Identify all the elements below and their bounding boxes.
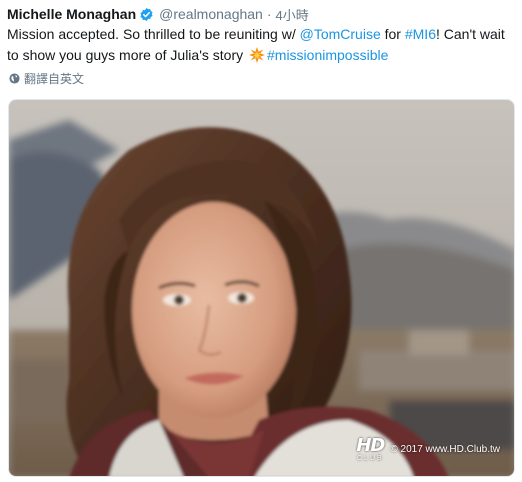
hd-club-logo: HD CLUB — [356, 435, 385, 463]
separator-dot: · — [266, 6, 272, 22]
hashtag-link[interactable]: #missionimpossible — [267, 47, 388, 63]
tweet-text-part: Mission accepted. So thrilled to be reun… — [7, 26, 300, 42]
watermark-text: © 2017 www.HD.Club.tw — [390, 444, 500, 455]
hd-logo-text: HD — [356, 435, 385, 456]
tweet-text: Mission accepted. So thrilled to be reun… — [7, 24, 515, 66]
verified-badge-icon — [140, 7, 153, 21]
hashtag-link[interactable]: #MI6 — [405, 26, 436, 42]
watermark: HD CLUB © 2017 www.HD.Club.tw — [356, 435, 500, 463]
tweet-photo[interactable]: HD CLUB © 2017 www.HD.Club.tw — [8, 99, 515, 477]
translate-label: 翻譯自英文 — [24, 71, 85, 86]
tweet-text-part: for — [380, 26, 405, 42]
author-name[interactable]: Michelle Monaghan — [7, 6, 136, 22]
tweet: Michelle Monaghan @realmonaghan · 4小時 Mi… — [0, 0, 522, 482]
club-logo-text: CLUB — [357, 455, 384, 462]
author-handle[interactable]: @realmonaghan — [159, 6, 263, 22]
tweet-timestamp[interactable]: 4小時 — [276, 5, 309, 24]
globe-icon — [9, 72, 20, 84]
photo-image — [9, 100, 514, 476]
mention-link[interactable]: @TomCruise — [300, 26, 381, 42]
translate-button[interactable]: 翻譯自英文 — [9, 71, 85, 86]
tweet-header: Michelle Monaghan @realmonaghan · 4小時 — [7, 5, 309, 23]
collision-emoji-icon — [249, 47, 265, 63]
